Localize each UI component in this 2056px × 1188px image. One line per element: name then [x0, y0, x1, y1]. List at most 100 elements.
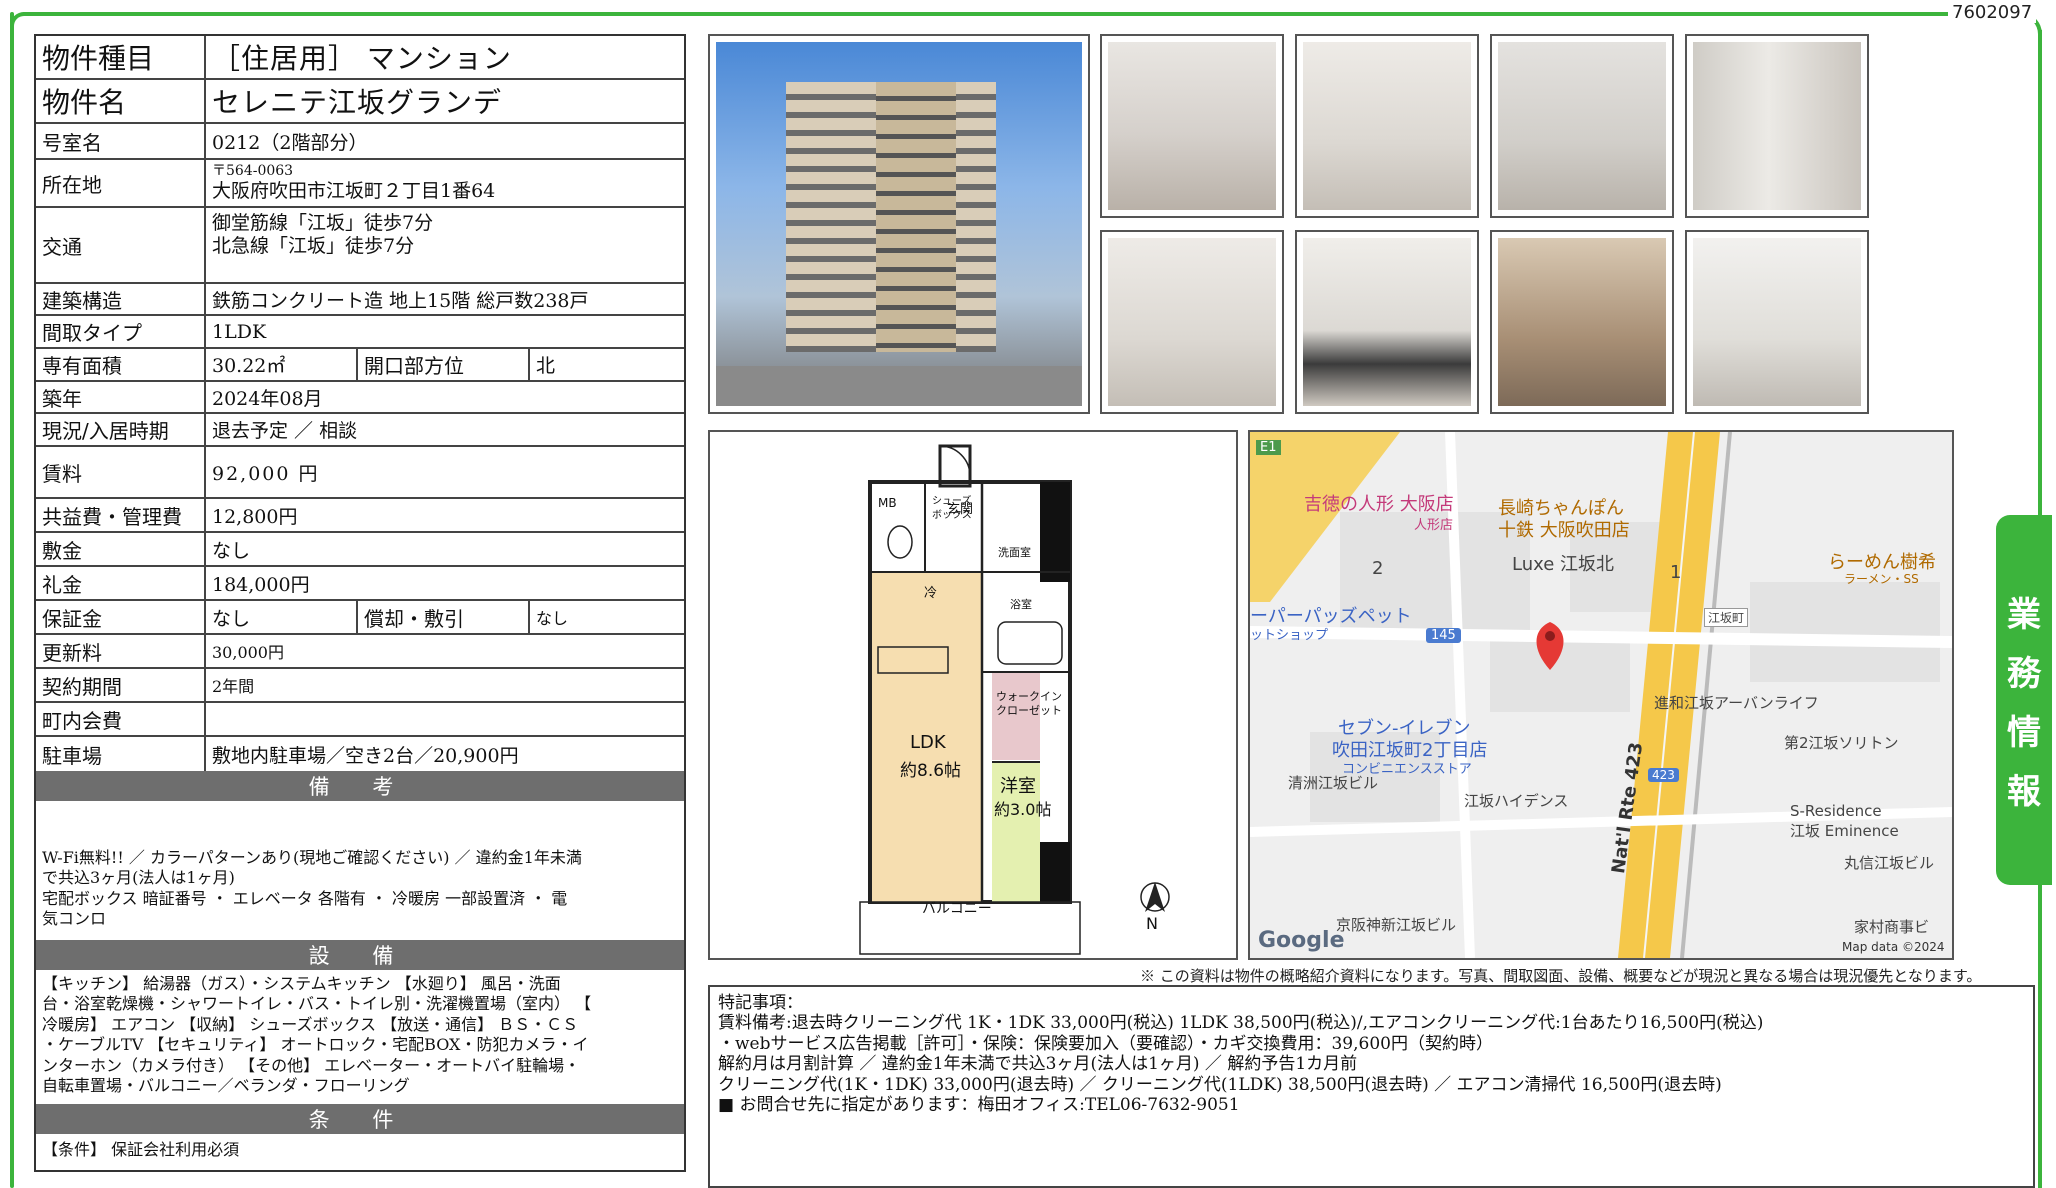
room-photo[interactable] — [1100, 230, 1284, 414]
name-label: 物件名 — [36, 80, 206, 122]
room-label: 号室名 — [36, 124, 206, 158]
business-info-tab[interactable]: 業 務 情 報 — [1996, 515, 2052, 885]
remarks-line: W-Fi無料!! ／ カラーパターンあり(現地ご確認ください) ／ 違約金1年未… — [42, 848, 582, 867]
special-line: 特記事項： — [718, 993, 803, 1013]
row-name: 物件名 セレニテ江坂グランデ — [36, 80, 684, 124]
type-label: 物件種目 — [36, 36, 206, 78]
entrance-label: 玄関 — [947, 502, 974, 517]
living-image — [1303, 42, 1471, 210]
deposit-value: なし — [212, 539, 251, 562]
row-room: 号室名 0212（2階部分） — [36, 124, 684, 160]
contract-value: 2年間 — [212, 677, 255, 696]
room-value: 0212（2階部分） — [212, 131, 368, 154]
side-tab-char: 情 — [2007, 713, 2041, 753]
balcony-label: バルコニー — [922, 901, 992, 917]
route-145-badge: 145 — [1426, 628, 1461, 643]
room-photo[interactable] — [1295, 230, 1479, 414]
deposit-label: 敷金 — [36, 533, 206, 565]
map-label-marushin[interactable]: 丸信江坂ビル — [1844, 852, 1934, 873]
row-area: 専有面積 30.22㎡ 開口部方位 北 — [36, 349, 684, 382]
western-room-size: 約3.0帖 — [994, 800, 1052, 819]
location-map[interactable]: E1 吉徳の人形 大阪店 人形店 長崎ちゃんぽん 十鉄 大阪吹田店 Luxe 江… — [1248, 430, 1954, 960]
layout-label: 間取タイプ — [36, 316, 206, 347]
equipment-line: 台・浴室乾燥機・シャワートイレ・バス・トイレ別・洗濯機置場（室内） 【 — [42, 994, 592, 1014]
washroom-image — [1303, 238, 1471, 406]
traffic-line: 御堂筋線「江坂」徒歩7分 — [212, 212, 434, 234]
room-photo[interactable] — [1490, 230, 1674, 414]
map-label-sresidence[interactable]: S-Residence — [1790, 802, 1882, 820]
map-label-2: 2 — [1372, 558, 1384, 579]
building-photo[interactable] — [708, 34, 1090, 414]
parking-value: 敷地内駐車場／空き2台／20,900円 — [212, 744, 519, 767]
map-label-yoshitoku[interactable]: 吉徳の人形 大阪店 — [1304, 490, 1454, 516]
route-e1-badge: E1 — [1256, 440, 1281, 455]
ldk-size: 約8.6帖 — [900, 761, 962, 781]
rent-value: 92,000 円 — [212, 462, 320, 485]
room-photo[interactable] — [1685, 230, 1869, 414]
disclaimer-note: ※ この資料は物件の概略紹介資料になります。写真、間取図面、設備、概要などが現況… — [1140, 967, 1982, 985]
conditions-line: 【条件】 保証会社利用必須 — [42, 1140, 240, 1159]
tower-shape — [876, 82, 956, 352]
key-money-label: 礼金 — [36, 567, 206, 599]
building-image — [716, 42, 1082, 406]
address-cell: 〒564-0063 大阪府吹田市江坂町２丁目1番64 — [206, 160, 684, 206]
map-label-shinwa[interactable]: 進和江坂アーバンライフ — [1654, 692, 1819, 713]
special-line: 賃料備考:退去時クリーニング代 1K・1DK 33,000円(税込) 1LDK … — [718, 1013, 1764, 1034]
frame-left-border — [10, 12, 14, 1188]
google-logo: Google — [1258, 928, 1345, 953]
special-line: ・webサービス広告掲載［許可］・保険：保険要加入（要確認）・カギ交換費用：39… — [718, 1033, 1493, 1054]
row-layout: 間取タイプ 1LDK — [36, 316, 684, 349]
north-label: N — [1146, 914, 1158, 933]
wic-label-2: クローゼット — [996, 704, 1062, 717]
row-rent: 賃料 92,000 円 — [36, 447, 684, 499]
map-label-sorriton[interactable]: 第2江坂ソリトン — [1784, 732, 1899, 753]
map-label-kiyosu[interactable]: 清洲江坂ビル — [1288, 772, 1378, 793]
room-photo[interactable] — [1295, 34, 1479, 218]
special-line: ■ お問合せ先に指定があります：梅田オフィス:TEL06-7632-9051 — [718, 1094, 1240, 1115]
direction-label: 開口部方位 — [358, 349, 530, 380]
renewal-value: 30,000円 — [212, 643, 284, 662]
address-label: 所在地 — [36, 160, 206, 206]
map-label-1: 1 — [1670, 562, 1682, 583]
renewal-label: 更新料 — [36, 635, 206, 667]
special-line: 解約月は月割計算 ／ 違約金1年未満で共込3ヶ月(法人は1ヶ月) ／ 解約予告1… — [718, 1054, 1358, 1075]
room-photo[interactable] — [1685, 34, 1869, 218]
room-photo[interactable] — [1100, 34, 1284, 218]
map-label-pets-sub: ットショップ — [1250, 628, 1329, 643]
row-deposit: 敷金 なし — [36, 533, 684, 567]
room-image — [1498, 42, 1666, 210]
row-association: 町内会費 — [36, 703, 684, 737]
bath-label: 浴室 — [1010, 598, 1032, 611]
fridge-label: 冷 — [924, 586, 938, 601]
row-traffic: 交通 御堂筋線「江坂」徒歩7分 北急線「江坂」徒歩7分 — [36, 208, 684, 284]
map-label-heights[interactable]: 江坂ハイデンス — [1464, 790, 1568, 811]
rent-label: 賃料 — [36, 447, 206, 497]
remarks-header: 備 考 — [36, 771, 684, 801]
row-contract: 契約期間 2年間 — [36, 669, 684, 703]
map-label-luxe[interactable]: Luxe 江坂北 — [1512, 550, 1614, 576]
parking-label: 駐車場 — [36, 737, 206, 771]
key-money-value: 184,000円 — [212, 573, 310, 596]
fee-value: 12,800円 — [212, 505, 298, 528]
bathroom-image — [1498, 238, 1666, 406]
row-renewal: 更新料 30,000円 — [36, 635, 684, 669]
map-label-iemura[interactable]: 家村商事ビ — [1854, 916, 1929, 937]
document-id: 7602097 — [1948, 2, 2037, 23]
row-guarantee: 保証金 なし 償却・敷引 なし — [36, 601, 684, 635]
room-photo[interactable] — [1490, 34, 1674, 218]
conditions-body: 【条件】 保証会社利用必須 — [42, 1140, 678, 1160]
toilet-image — [1693, 238, 1861, 406]
remarks-line: 気コンロ — [42, 909, 107, 929]
bedroom-image — [1108, 238, 1276, 406]
map-label-ningyo: 人形店 — [1414, 518, 1454, 533]
map-label-sresidence-2: 江坂 Eminence — [1790, 822, 1899, 840]
map-data-credit: Map data ©2024 — [1842, 940, 1945, 954]
map-label-keihan[interactable]: 京阪神新江坂ビル — [1336, 914, 1456, 935]
floor-plan[interactable]: MB シューズ ボックス 玄関 洗面室 冷 浴室 ウォークイン クローゼット L… — [708, 430, 1238, 960]
traffic-line: 北急線「江坂」徒歩7分 — [212, 234, 415, 257]
equipment-line: ンターホン（カメラ付き） 【その他】 エレベーター・オートバイ駐輪場・ — [42, 1055, 581, 1075]
equipment-line: 【キッチン】 給湯器（ガス）・システムキッチン 【水廻り】 風呂・洗面 — [42, 974, 561, 993]
equipment-line: 自転車置場・バルコニー／ベランダ・フローリング — [42, 1076, 410, 1096]
structure-value: 鉄筋コンクリート造 地上15階 総戸数238戸 — [212, 289, 589, 312]
association-label: 町内会費 — [36, 703, 206, 735]
